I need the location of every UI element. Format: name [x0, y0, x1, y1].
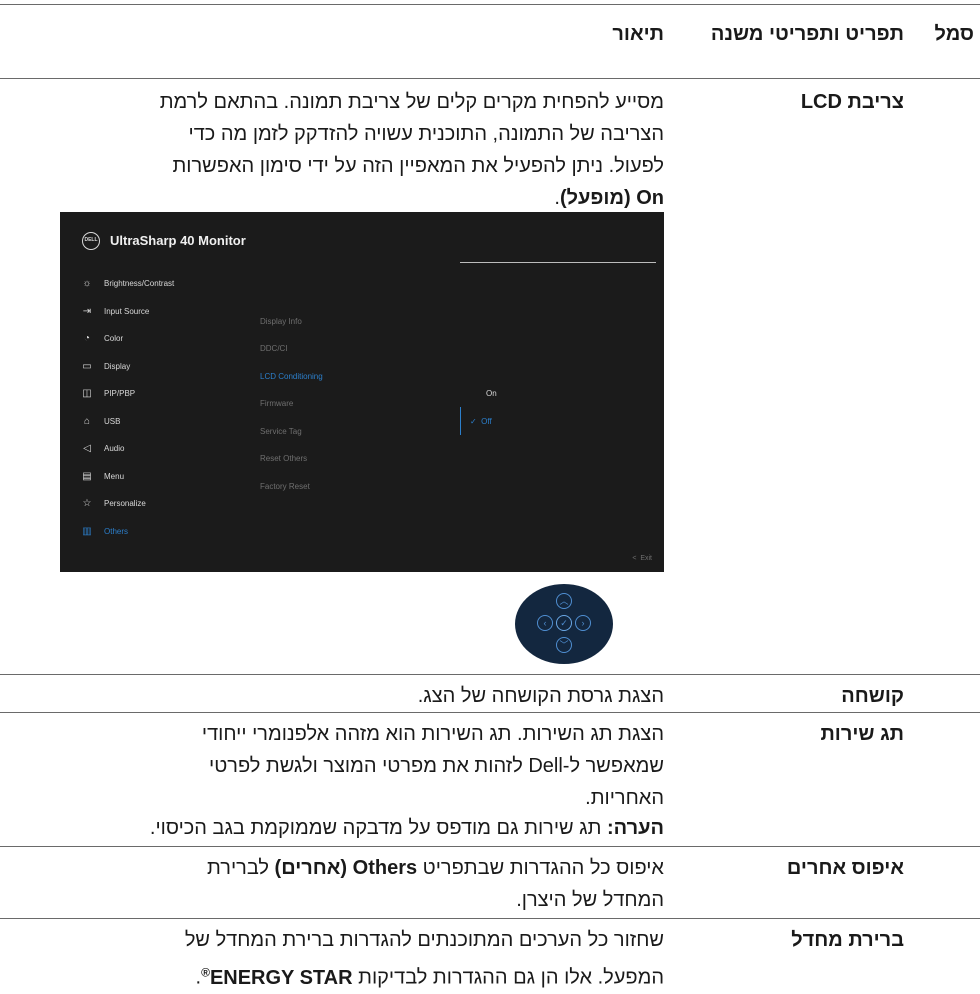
- osd-menu-item-personalize[interactable]: ☆ Personalize: [80, 495, 280, 513]
- pip-icon: ◫: [82, 388, 92, 399]
- osd-top-rule: [460, 262, 656, 263]
- osd-menu-item-input-source[interactable]: ⇥ Input Source: [80, 303, 280, 321]
- row-name-lcd-conditioning: צריבת LCD: [800, 91, 904, 113]
- row-rule: [0, 846, 980, 847]
- menu-icon: ▤: [82, 471, 92, 482]
- osd-submenu-item[interactable]: Display Info: [260, 316, 302, 328]
- osd-menu-item-color[interactable]: ◔ Color: [80, 330, 280, 348]
- osd-menu-item-menu[interactable]: ▤ Menu: [80, 468, 280, 486]
- osd-menu-item-others[interactable]: ▥ Others: [80, 523, 280, 541]
- osd-selection-bar: [460, 407, 461, 435]
- check-icon[interactable]: ✓: [556, 615, 572, 631]
- row-rule: [0, 712, 980, 713]
- speaker-icon: ◁: [83, 443, 91, 454]
- sun-icon: ☼: [82, 278, 92, 289]
- row-rule: [0, 674, 980, 675]
- osd-submenu-item[interactable]: Reset Others: [260, 453, 307, 465]
- osd-menu-item-display[interactable]: ▭ Display: [80, 358, 280, 376]
- row-desc-lcd-conditioning: מסייע להפחית מקרים קלים של צריבת תמונה. …: [159, 91, 664, 209]
- osd-submenu-item[interactable]: Firmware: [260, 398, 293, 410]
- header-symbol: סמל: [934, 23, 974, 45]
- table-top-rule: [0, 4, 980, 5]
- osd-submenu-item[interactable]: Factory Reset: [260, 481, 310, 493]
- row-desc-service-tag: הצגת תג השירות. תג השירות הוא מזהה אלפנו…: [201, 723, 664, 809]
- header-rule: [0, 78, 980, 79]
- chevron-right-icon[interactable]: ›: [575, 615, 591, 631]
- row-desc-firmware: הצגת גרסת הקושחה של הצג.: [417, 685, 664, 707]
- row-name-firmware: קושחה: [841, 685, 904, 707]
- row-name-reset-others: איפוס אחרים: [786, 857, 904, 879]
- osd-title: UltraSharp 40 Monitor: [110, 233, 246, 248]
- osd-option-on[interactable]: On: [486, 388, 497, 400]
- row-desc-reset-others: איפוס כל ההגדרות שבתפריט Others (אחרים) …: [207, 857, 664, 911]
- usb-icon: ⌂: [83, 416, 91, 427]
- osd-submenu-item[interactable]: DDC/CI: [260, 343, 288, 355]
- check-icon: ✓: [470, 417, 477, 426]
- osd-exit-button[interactable]: < Exit: [632, 555, 652, 562]
- palette-icon: ◔: [83, 333, 91, 344]
- service-tag-note: הערה: תג שירות גם מודפס על מדבקה שממוקמת…: [149, 817, 664, 839]
- osd-menu-item-pip-pbp[interactable]: ◫ PIP/PBP: [80, 385, 280, 403]
- chevron-left-icon: <: [632, 555, 637, 562]
- header-menu: תפריט ותפריטי משנה: [710, 23, 904, 45]
- dell-logo: DELL: [82, 232, 100, 250]
- joystick-control: ︿ ‹ ✓ › ﹀: [515, 584, 613, 664]
- osd-menu-item-audio[interactable]: ◁ Audio: [80, 440, 280, 458]
- chevron-down-icon[interactable]: ﹀: [556, 637, 572, 653]
- others-icon: ▥: [82, 526, 92, 537]
- osd-submenu-item-lcd-conditioning[interactable]: LCD Conditioning: [260, 371, 323, 383]
- chevron-up-icon[interactable]: ︿: [556, 593, 572, 609]
- chevron-left-icon[interactable]: ‹: [537, 615, 553, 631]
- osd-menu-item-usb[interactable]: ⌂ USB: [80, 413, 280, 431]
- input-icon: ⇥: [82, 306, 92, 317]
- row-name-factory-reset: ברירת מחדל: [791, 929, 904, 951]
- osd-submenu-item[interactable]: Service Tag: [260, 426, 302, 438]
- row-name-service-tag: תג שירות: [820, 723, 904, 745]
- osd-option-off[interactable]: ✓ Off: [470, 416, 492, 428]
- osd-menu-item-brightness[interactable]: ☼ Brightness/Contrast: [80, 275, 280, 293]
- header-description: תיאור: [612, 23, 664, 45]
- star-icon: ☆: [82, 498, 92, 509]
- monitor-icon: ▭: [82, 361, 92, 372]
- osd-screenshot: DELL UltraSharp 40 Monitor ☼ Brightness/C…: [60, 212, 664, 572]
- row-desc-factory-reset: שחזור כל הערכים המתוכנתים להגדרות ברירת …: [184, 929, 664, 989]
- row-rule: [0, 918, 980, 919]
